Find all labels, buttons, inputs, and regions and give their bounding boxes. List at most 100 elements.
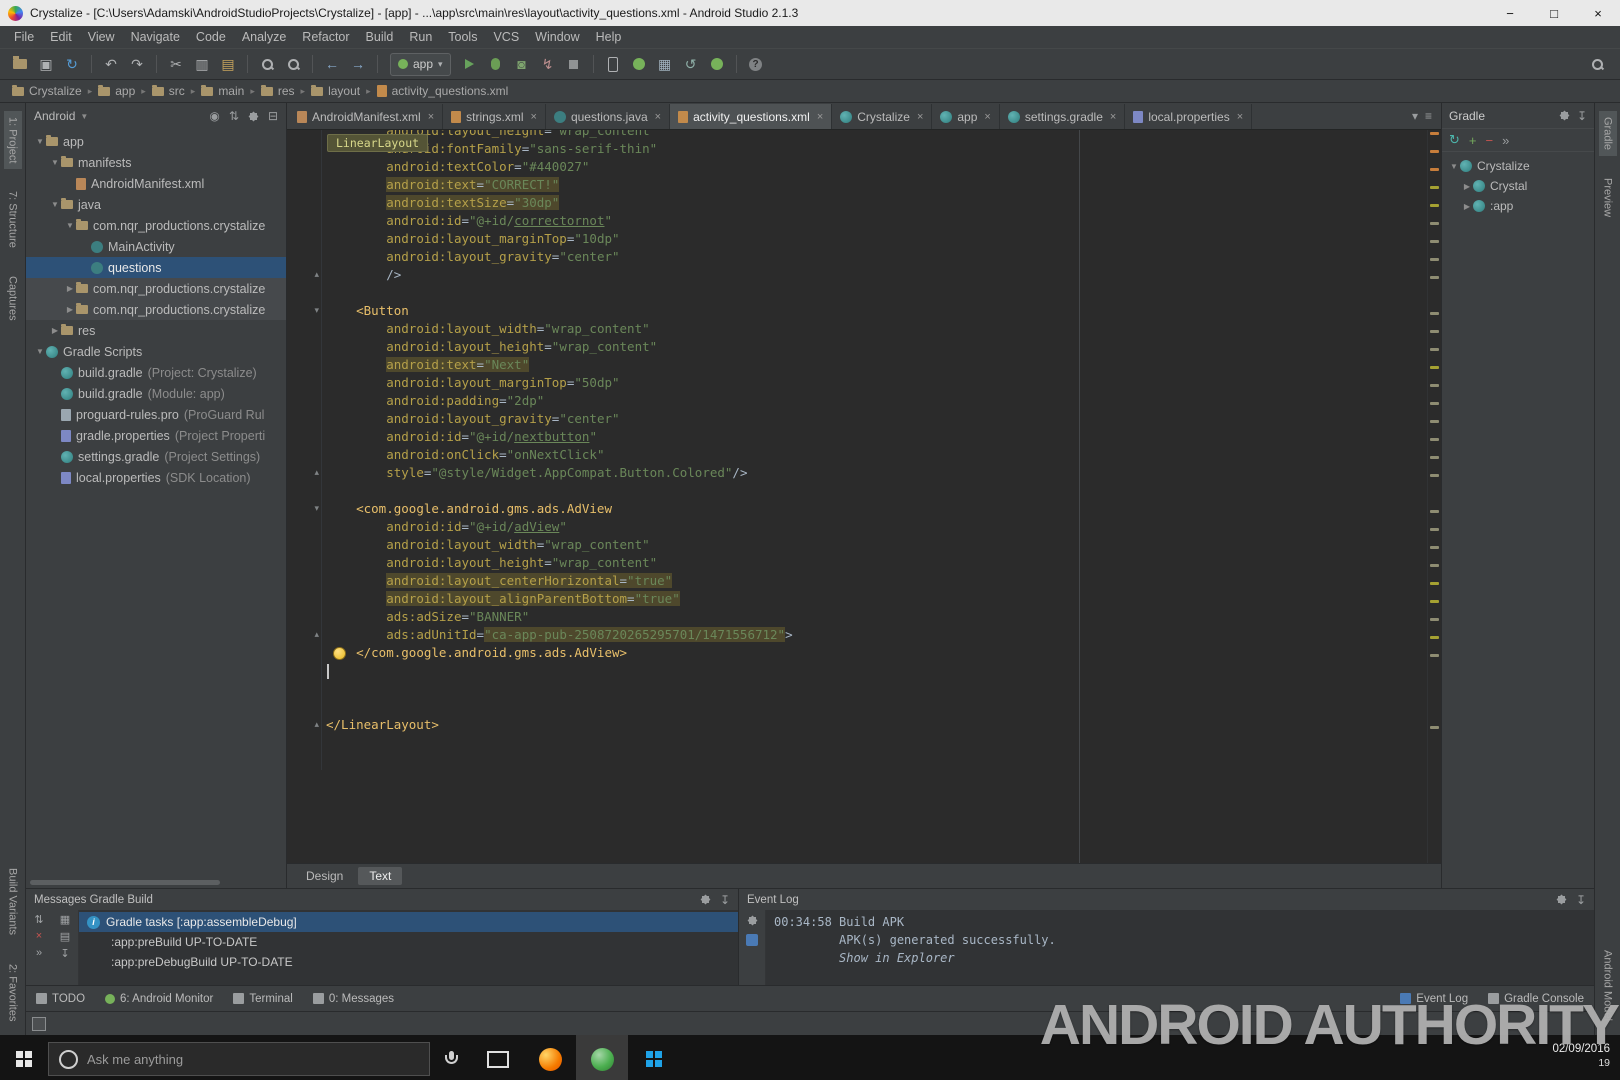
cortana-search-input[interactable]: Ask me anything (48, 1042, 430, 1076)
close-tab-icon[interactable]: × (1237, 111, 1243, 123)
close-tab-icon[interactable]: × (428, 111, 434, 123)
menu-view[interactable]: View (80, 30, 123, 44)
task-view-button[interactable] (472, 1035, 524, 1080)
tree-item-proguard-rules-pro[interactable]: proguard-rules.pro (ProGuard Rul (26, 404, 286, 425)
gradle-node-crystal[interactable]: ▶ Crystal (1442, 176, 1594, 196)
sort-icon[interactable]: ⇅ (229, 109, 239, 123)
tree-item-com-nqr-productions-crystalize[interactable]: ▶ com.nqr_productions.crystalize (26, 278, 286, 299)
menu-analyze[interactable]: Analyze (234, 30, 294, 44)
toolwindow-button-6-android-monitor[interactable]: 6: Android Monitor (105, 993, 213, 1005)
close-button[interactable]: × (1576, 0, 1620, 26)
breadcrumb-item-layout[interactable]: layout (309, 84, 362, 98)
android-monitor-icon[interactable]: ▦ (653, 53, 677, 75)
close-tab-icon[interactable]: × (917, 111, 923, 123)
code-line[interactable]: ▾ <com.google.android.gms.ads.AdView (287, 500, 1428, 518)
breadcrumb-item-main[interactable]: main (199, 84, 246, 98)
settings-gear-icon[interactable] (700, 894, 711, 905)
menu-vcs[interactable]: VCS (485, 30, 527, 44)
code-line[interactable]: android:layout_height="wrap_content" (287, 130, 1428, 140)
locate-icon[interactable]: ◉ (209, 109, 219, 123)
code-line[interactable]: ▴ ads:adUnitId="ca-app-pub-2508720265295… (287, 626, 1428, 644)
menu-build[interactable]: Build (358, 30, 402, 44)
tree-item-gradle-scripts[interactable]: ▼ Gradle Scripts (26, 341, 286, 362)
code-line[interactable] (287, 698, 1428, 716)
sdk-manager-icon[interactable] (627, 53, 651, 75)
toolwindow-button-0-messages[interactable]: 0: Messages (312, 993, 394, 1005)
code-line[interactable]: android:textColor="#440027" (287, 158, 1428, 176)
code-line[interactable]: android:layout_height="wrap_content" (287, 338, 1428, 356)
tab-strings-xml[interactable]: strings.xml × (443, 104, 546, 129)
hide-panel-icon[interactable]: ↧ (1576, 893, 1586, 907)
close-tab-icon[interactable]: × (1110, 111, 1116, 123)
code-line[interactable]: android:id="@+id/correctornot" (287, 212, 1428, 230)
tree-item-manifests[interactable]: ▼ manifests (26, 152, 286, 173)
redo-icon[interactable]: ↷ (125, 53, 149, 75)
menu-file[interactable]: File (6, 30, 42, 44)
code-line[interactable] (287, 734, 1428, 752)
toolwindow-tab-7-structure[interactable]: 7: Structure (4, 185, 22, 254)
collapse-all-icon[interactable]: ⊟ (268, 109, 278, 123)
menu-run[interactable]: Run (401, 30, 440, 44)
tree-item-local-properties[interactable]: local.properties (SDK Location) (26, 467, 286, 488)
code-line[interactable]: android:text="Next" (287, 356, 1428, 374)
code-line[interactable]: ▴ style="@style/Widget.AppCompat.Button.… (287, 464, 1428, 482)
menu-code[interactable]: Code (188, 30, 234, 44)
toolwindow-button-terminal[interactable]: Terminal (233, 993, 293, 1005)
paste-icon[interactable]: ▤ (216, 53, 240, 75)
message-row[interactable]: :app:preBuild UP-TO-DATE (79, 932, 738, 952)
hide-panel-icon[interactable]: ↧ (720, 893, 730, 907)
search-everywhere-icon[interactable] (1591, 58, 1604, 71)
maximize-button[interactable]: □ (1532, 0, 1576, 26)
hide-panel-icon[interactable]: ↧ (1577, 109, 1587, 123)
menu-window[interactable]: Window (527, 30, 587, 44)
export-icon[interactable]: ↧ (60, 947, 69, 960)
back-icon[interactable]: ← (320, 53, 344, 75)
error-stripe-scrollbar[interactable] (1427, 130, 1441, 863)
code-line[interactable] (287, 284, 1428, 302)
detach-gradle-project-icon[interactable]: − (1486, 133, 1494, 148)
console-icon[interactable] (746, 934, 758, 946)
code-line[interactable]: android:padding="2dp" (287, 392, 1428, 410)
tab-menu-icon[interactable]: ≡ (1425, 109, 1432, 123)
microphone-icon[interactable] (444, 1051, 458, 1067)
debug-icon[interactable] (484, 53, 508, 75)
intention-bulb-icon[interactable] (333, 647, 346, 660)
layout-inspector-icon[interactable] (705, 53, 729, 75)
code-line[interactable]: android:id="@+id/nextbutton" (287, 428, 1428, 446)
tree-item-build-gradle[interactable]: build.gradle (Project: Crystalize) (26, 362, 286, 383)
gradle-node-crystalize[interactable]: ▼ Crystalize (1442, 156, 1594, 176)
code-line[interactable] (287, 752, 1428, 770)
code-line[interactable]: android:onClick="onNextClick" (287, 446, 1428, 464)
tab-app[interactable]: app × (932, 104, 1000, 129)
toolwindow-quick-access-button[interactable] (32, 1016, 46, 1031)
breadcrumb-item-crystalize[interactable]: Crystalize (10, 84, 84, 98)
toolwindow-tab-preview[interactable]: Preview (1599, 172, 1617, 223)
tab-androidmanifest-xml[interactable]: AndroidManifest.xml × (289, 104, 444, 129)
code-line[interactable]: android:id="@+id/adView" (287, 518, 1428, 536)
taskbar-firefox[interactable] (524, 1035, 576, 1080)
tree-item-gradle-properties[interactable]: gradle.properties (Project Properti (26, 425, 286, 446)
tree-item-settings-gradle[interactable]: settings.gradle (Project Settings) (26, 446, 286, 467)
code-line[interactable]: ▴ </LinearLayout> (287, 716, 1428, 734)
tab-questions-java[interactable]: questions.java × (545, 104, 671, 129)
code-line[interactable] (287, 680, 1428, 698)
collapse-icon[interactable]: » (36, 947, 42, 960)
event-log-settings-icon[interactable] (747, 915, 758, 926)
gradle-sync-icon[interactable]: ↺ (679, 53, 703, 75)
more-actions-icon[interactable]: » (1502, 133, 1509, 148)
grid-icon[interactable]: ▦ (60, 913, 70, 926)
code-editor[interactable]: LinearLayout android:layout_height="wrap… (287, 130, 1441, 863)
tab-crystalize[interactable]: Crystalize × (832, 104, 933, 129)
tree-item-build-gradle[interactable]: build.gradle (Module: app) (26, 383, 286, 404)
code-line[interactable]: android:fontFamily="sans-serif-thin" (287, 140, 1428, 158)
code-line[interactable]: ▾ <Button (287, 302, 1428, 320)
settings-gear-icon[interactable] (248, 111, 259, 122)
avd-manager-icon[interactable] (601, 53, 625, 75)
menu-tools[interactable]: Tools (440, 30, 485, 44)
close-tab-icon[interactable]: × (655, 111, 661, 123)
tree-item-res[interactable]: ▶ res (26, 320, 286, 341)
forward-icon[interactable]: → (346, 53, 370, 75)
tree-item-app[interactable]: ▼ app (26, 131, 286, 152)
tree-item-java[interactable]: ▼ java (26, 194, 286, 215)
code-line[interactable]: android:layout_gravity="center" (287, 410, 1428, 428)
